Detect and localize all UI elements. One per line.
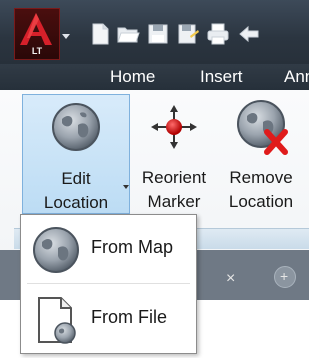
close-tab-icon[interactable]: × [226, 270, 235, 288]
tab-annotate[interactable]: Ann [284, 64, 314, 90]
new-tab-button[interactable]: + [274, 266, 296, 288]
save-as-icon[interactable] [176, 22, 200, 46]
reorient-marker-button[interactable]: Reorient Marker [134, 94, 214, 214]
menu-item-from-file-label: From File [91, 307, 167, 327]
menu-item-from-file[interactable]: From File [21, 287, 196, 351]
open-folder-icon[interactable] [116, 22, 140, 46]
edit-location-button[interactable]: Edit Location [22, 94, 130, 214]
menu-item-from-map[interactable]: From Map [21, 217, 196, 281]
tab-home[interactable]: Home [110, 64, 155, 90]
reorient-marker-label: Reorient Marker [141, 168, 207, 211]
plus-icon: + [280, 268, 289, 284]
app-menu-chevron-icon[interactable] [62, 34, 70, 39]
title-bar: LT [0, 0, 309, 64]
remove-location-globe-icon [237, 100, 288, 155]
edit-location-label: Edit Location [43, 169, 109, 212]
undo-arrow-icon[interactable] [236, 22, 260, 46]
file-globe-icon [38, 297, 76, 344]
save-icon[interactable] [146, 22, 170, 46]
remove-location-button[interactable]: Remove Location [218, 94, 304, 214]
menu-item-from-map-label: From Map [91, 237, 174, 257]
tab-insert[interactable]: Insert [200, 64, 243, 90]
remove-location-label: Remove Location [228, 168, 294, 211]
globe-icon [52, 103, 100, 151]
edition-label: LT [31, 46, 43, 56]
ribbon-tab-bar: Home Insert Ann [0, 64, 314, 90]
reorient-marker-icon [151, 105, 197, 149]
application-menu-button[interactable]: LT [14, 8, 60, 60]
split-chevron-down-icon[interactable] [123, 185, 129, 189]
globe-map-icon [33, 227, 79, 273]
edit-location-dropdown: From Map From File [20, 214, 197, 354]
plot-printer-icon[interactable] [206, 22, 230, 46]
menu-divider [27, 283, 190, 284]
autocad-logo-icon [20, 13, 52, 45]
new-file-icon[interactable] [88, 22, 112, 46]
